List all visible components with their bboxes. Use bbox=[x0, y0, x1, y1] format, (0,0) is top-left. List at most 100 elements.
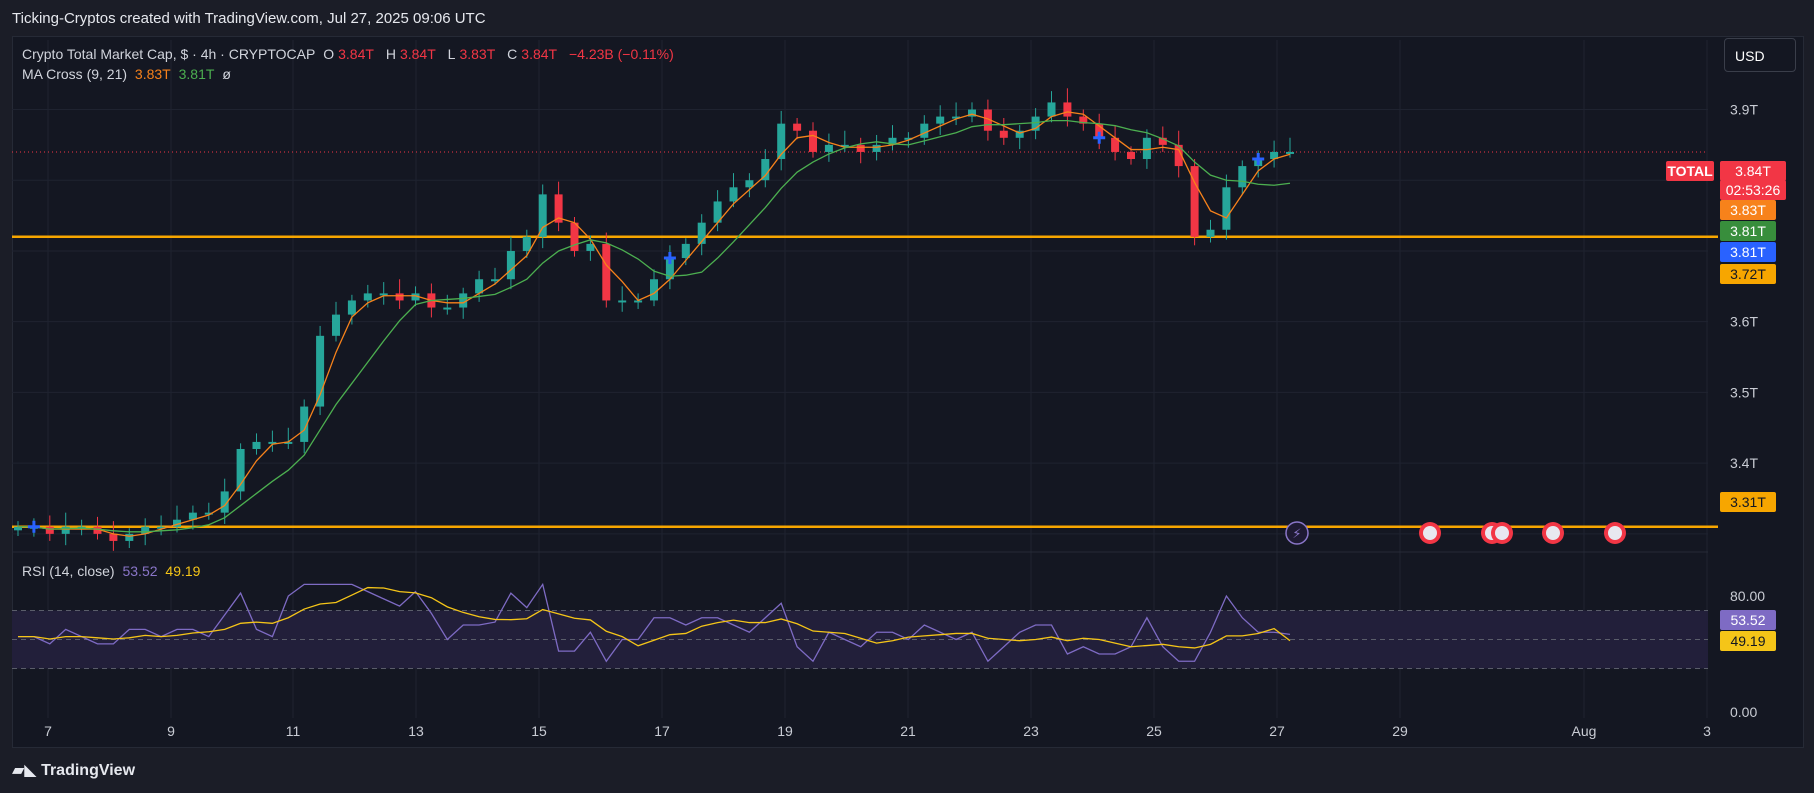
candle-body bbox=[538, 194, 547, 237]
candle-body bbox=[1238, 166, 1247, 188]
ma-cross-marker bbox=[1093, 131, 1106, 144]
open-label: O bbox=[323, 46, 335, 62]
high-label: H bbox=[385, 46, 396, 62]
lightning-glyph: ⚡ bbox=[1292, 526, 1301, 541]
x-tick-label: 9 bbox=[167, 723, 175, 739]
x-tick-label: 27 bbox=[1269, 723, 1285, 739]
x-tick-label: 17 bbox=[654, 723, 670, 739]
candle-body bbox=[332, 314, 340, 336]
candle-body bbox=[522, 236, 531, 251]
candle-body bbox=[1047, 102, 1056, 117]
tradingview-logo[interactable]: ▰◣ TradingView bbox=[12, 760, 135, 780]
low-label: L bbox=[447, 46, 456, 62]
candle-body bbox=[999, 130, 1008, 138]
level-lower-tag: 3.31T bbox=[1720, 492, 1776, 512]
candle-body bbox=[570, 222, 579, 251]
countdown-tag: 02:53:26 bbox=[1720, 180, 1786, 200]
symbol-tag: TOTAL bbox=[1666, 161, 1714, 181]
high-value: 3.84T bbox=[399, 46, 436, 62]
candle-body bbox=[1063, 102, 1072, 117]
y-tick-label: 3.9T bbox=[1730, 102, 1758, 118]
candle-body bbox=[745, 180, 754, 188]
candle-body bbox=[936, 116, 945, 124]
x-tick-label: 11 bbox=[286, 723, 301, 739]
cross-tag: 3.81T bbox=[1720, 242, 1776, 262]
candle-body bbox=[379, 293, 388, 296]
rsi-tick-label: 0.00 bbox=[1730, 704, 1757, 720]
candle-body bbox=[252, 441, 261, 449]
x-tick-label: Aug bbox=[1572, 723, 1597, 739]
rsi-ma-tag: 49.19 bbox=[1720, 631, 1776, 651]
x-tick-label: 15 bbox=[531, 723, 547, 739]
candle-body bbox=[1142, 137, 1151, 160]
rsi-label: RSI (14, close) bbox=[22, 563, 115, 579]
tv-logo-icon: ▰◣ bbox=[12, 762, 42, 779]
price-chart-svg[interactable]: 3.9T 3.6T 3.5T 3.4T 7 9 11 13 15 17 19 21 23 25 27 29 Au… bbox=[0, 0, 1814, 793]
us-flag-inner bbox=[1546, 526, 1560, 540]
x-tick-label: 13 bbox=[408, 723, 424, 739]
branding-text: TradingView bbox=[41, 762, 136, 779]
candle-body bbox=[443, 307, 452, 310]
rsi-tick-label: 80.00 bbox=[1730, 588, 1765, 604]
open-value: 3.84T bbox=[338, 46, 374, 62]
candle-body bbox=[681, 243, 690, 259]
last-price-tag: 3.84T bbox=[1720, 161, 1786, 181]
x-tick-label: 3 bbox=[1703, 723, 1711, 739]
ma-cross-marker bbox=[1252, 153, 1265, 166]
candle-body bbox=[363, 293, 372, 301]
rsi-legend[interactable]: RSI (14, close) 53.52 49.19 bbox=[22, 563, 204, 579]
candle-body bbox=[729, 187, 738, 202]
candle-body bbox=[1286, 151, 1294, 154]
x-tick-label: 21 bbox=[900, 723, 916, 739]
x-tick-label: 29 bbox=[1392, 723, 1408, 739]
change-value: −4.23B (−0.11%) bbox=[568, 46, 674, 62]
rsi-tag: 53.52 bbox=[1720, 610, 1776, 630]
candle-body bbox=[856, 144, 865, 152]
candle-body bbox=[872, 144, 881, 152]
candle-body bbox=[1127, 151, 1135, 160]
close-value: 3.84T bbox=[521, 46, 558, 62]
currency-button[interactable]: USD bbox=[1724, 38, 1796, 72]
candle-body bbox=[602, 243, 611, 301]
y-tick-label: 3.4T bbox=[1730, 455, 1758, 471]
candle-body bbox=[809, 130, 817, 152]
close-label: C bbox=[507, 46, 518, 62]
rsi-value: 53.52 bbox=[122, 563, 158, 579]
ma-legend[interactable]: MA Cross (9, 21) 3.83T 3.81T ø bbox=[22, 66, 235, 82]
ma-fast-line bbox=[18, 111, 1291, 537]
ma-extra-icon[interactable]: ø bbox=[222, 66, 231, 82]
x-tick-label: 25 bbox=[1146, 723, 1162, 739]
us-flag-inner bbox=[1495, 526, 1509, 540]
candle-body bbox=[395, 293, 404, 301]
candle-body bbox=[824, 144, 833, 152]
y-tick-label: 3.6T bbox=[1730, 314, 1758, 330]
us-flag-inner bbox=[1423, 526, 1437, 540]
symbol-name: Crypto Total Market Cap, $ · 4h · CRYPTO… bbox=[22, 46, 316, 62]
candle-body bbox=[45, 526, 54, 534]
candle-body bbox=[506, 250, 515, 280]
us-flag-inner bbox=[1608, 526, 1622, 540]
candle-body bbox=[920, 123, 929, 138]
ma-slow-line bbox=[18, 119, 1291, 533]
ma-fast-tag: 3.83T bbox=[1720, 200, 1776, 220]
low-value: 3.83T bbox=[459, 46, 496, 62]
candle-body bbox=[761, 159, 770, 181]
level-upper-tag: 3.72T bbox=[1720, 264, 1776, 284]
candle-body bbox=[1222, 187, 1231, 230]
candle-body bbox=[347, 300, 356, 315]
ma-label: MA Cross (9, 21) bbox=[22, 66, 128, 82]
ma-slow-value: 3.81T bbox=[178, 66, 215, 82]
ma-cross-marker bbox=[663, 252, 676, 265]
candle-body bbox=[1206, 229, 1215, 237]
candle-body bbox=[650, 279, 658, 301]
y-tick-label: 3.5T bbox=[1730, 384, 1758, 400]
candle-body bbox=[618, 300, 627, 303]
x-tick-label: 23 bbox=[1023, 723, 1039, 739]
candle-body bbox=[125, 533, 134, 541]
candle-body bbox=[793, 123, 802, 131]
ma-fast-value: 3.83T bbox=[134, 66, 171, 82]
rsi-ma-value: 49.19 bbox=[165, 563, 201, 579]
x-tick-label: 7 bbox=[44, 723, 52, 739]
ma-cross-marker bbox=[27, 520, 40, 533]
x-tick-label: 19 bbox=[777, 723, 793, 739]
